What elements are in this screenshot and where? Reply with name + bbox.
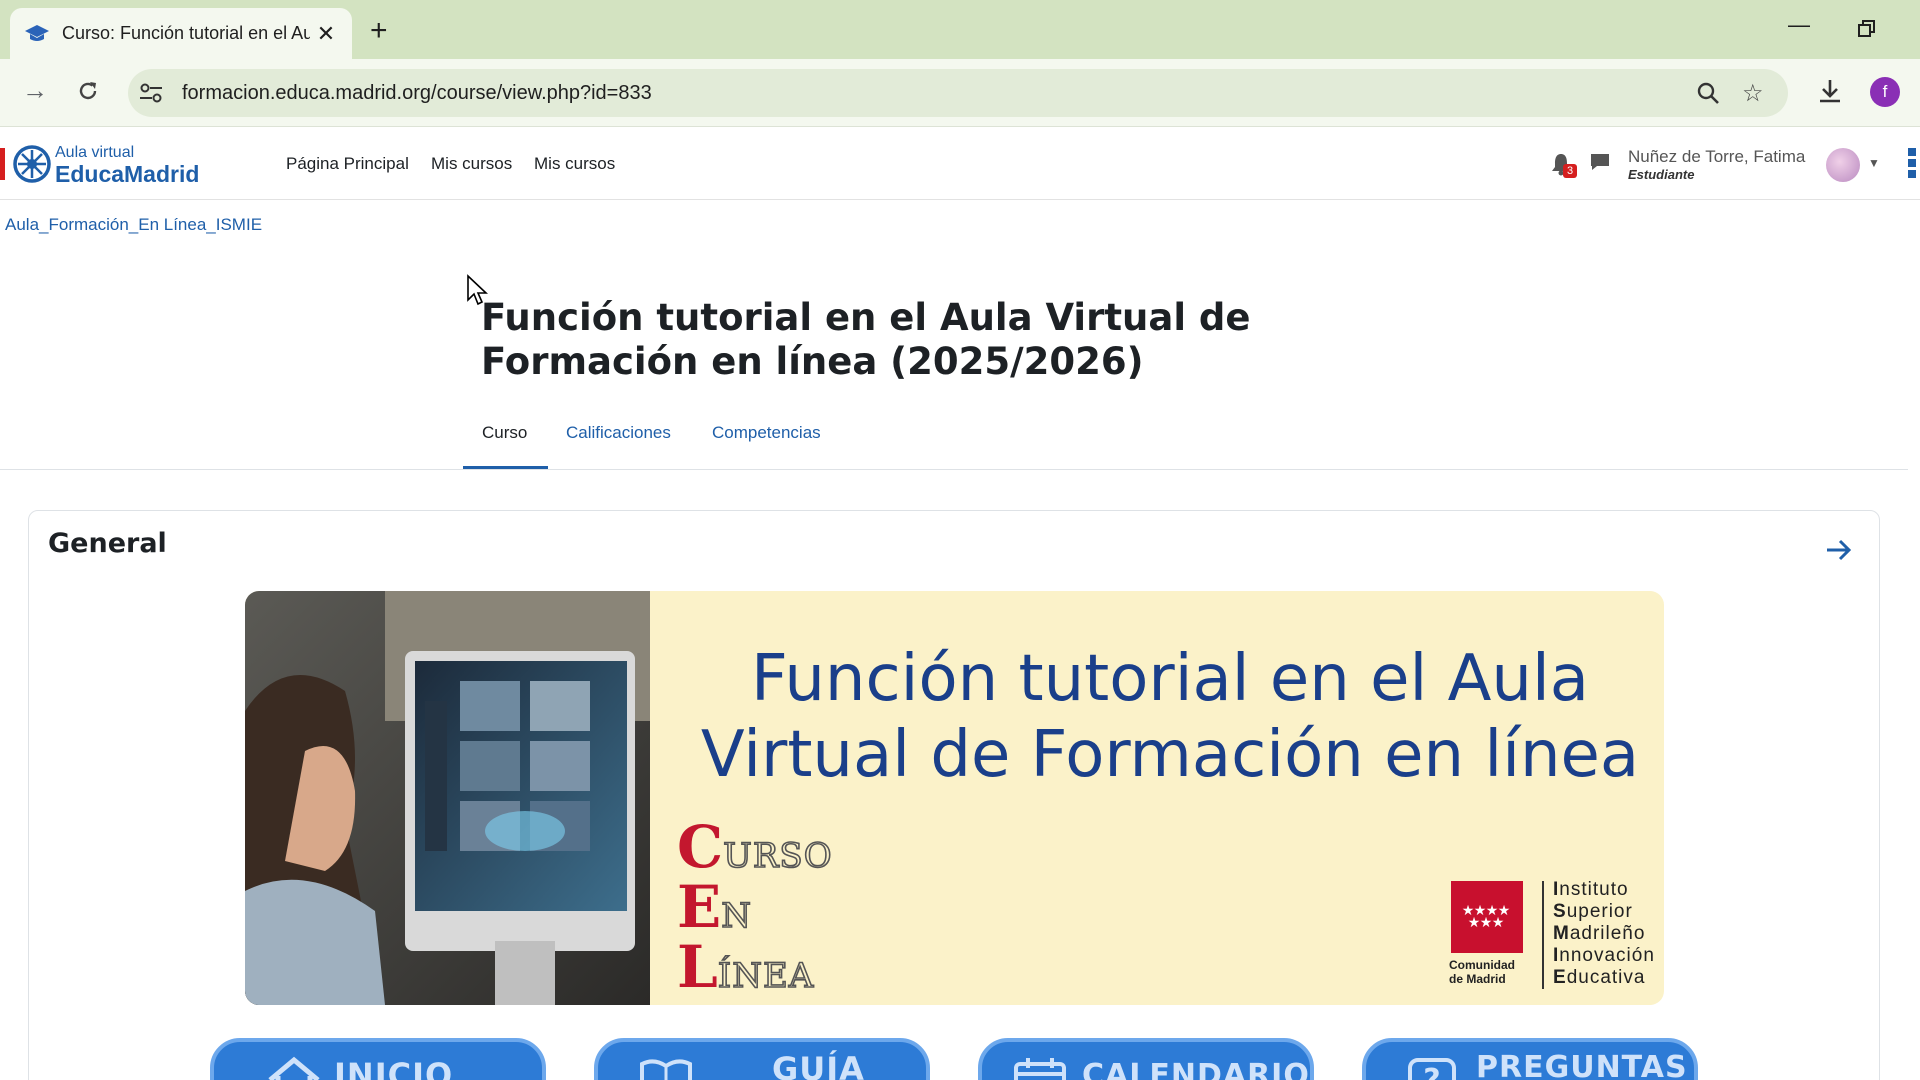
forward-icon[interactable]: → — [22, 75, 48, 106]
graduation-cap-icon — [25, 24, 49, 41]
preguntas-button[interactable]: ? PREGUNTAS — [1362, 1038, 1698, 1080]
question-icon: ? — [1408, 1058, 1456, 1080]
svg-text:?: ? — [1423, 1063, 1440, 1080]
stars-icon: ★ ★ ★ ★ ★ ★ ★ — [1462, 903, 1511, 931]
page-title: Función tutorial en el Aula Virtual de F… — [481, 296, 1251, 383]
course-banner: Función tutorial en el Aula Virtual de F… — [245, 591, 1664, 1005]
minimize-icon[interactable]: — — [1788, 12, 1810, 38]
cel-line-linea: LÍNEA — [677, 933, 815, 1001]
guia-button[interactable]: GUÍA — [594, 1038, 930, 1080]
address-bar[interactable]: formacion.educa.madrid.org/course/view.p… — [128, 69, 1788, 117]
site-settings-icon[interactable] — [138, 81, 164, 105]
breadcrumb[interactable]: Aula_Formación_En Línea_ISMIE — [5, 215, 262, 235]
cel-line-curso: CURSO — [677, 813, 833, 881]
inicio-button[interactable]: INICIO — [210, 1038, 546, 1080]
user-role: Estudiante — [1628, 167, 1695, 182]
browser-tab[interactable]: Curso: Función tutorial en el Au ✕ — [10, 8, 352, 59]
reload-icon[interactable] — [76, 79, 100, 103]
nav-mis-cursos-2[interactable]: Mis cursos — [534, 154, 615, 174]
comunidad-madrid-text: Comunidad de Madrid — [1449, 958, 1515, 986]
banner-title-line-2: Virtual de Formación en línea — [700, 718, 1640, 792]
svg-text:★: ★ — [1480, 915, 1493, 931]
browser-toolbar: → formacion.educa.madrid.org/course/view… — [0, 59, 1920, 127]
messages-icon[interactable] — [1590, 152, 1610, 172]
tab-title: Curso: Función tutorial en el Au — [62, 23, 310, 43]
notification-count-badge: 3 — [1563, 164, 1577, 178]
svg-text:★: ★ — [1492, 915, 1505, 931]
site-header: Aula virtual EducaMadrid Página Principa… — [0, 128, 1920, 200]
calendar-icon — [1014, 1058, 1066, 1080]
tab-close-icon[interactable]: ✕ — [314, 21, 338, 47]
bookmark-star-icon[interactable]: ☆ — [1742, 79, 1764, 108]
tab-calificaciones[interactable]: Calificaciones — [566, 423, 671, 443]
logo-subtitle: Aula virtual — [55, 144, 135, 161]
calendario-button[interactable]: CALENDARIO — [978, 1038, 1314, 1080]
user-avatar[interactable] — [1826, 148, 1860, 182]
zoom-icon[interactable] — [1696, 81, 1720, 105]
section-title: General — [48, 528, 167, 559]
restore-icon[interactable] — [1858, 20, 1876, 38]
profile-avatar[interactable]: f — [1870, 77, 1900, 107]
arrow-right-icon[interactable] — [1824, 536, 1854, 564]
logo-divider — [1542, 881, 1544, 989]
banner-photo — [245, 591, 650, 1005]
user-name[interactable]: Nuñez de Torre, Fatima — [1628, 147, 1805, 167]
download-icon[interactable] — [1816, 77, 1844, 105]
apps-grid-icon[interactable] — [1906, 146, 1920, 180]
cel-line-en: EN — [677, 873, 752, 941]
url-text: formacion.educa.madrid.org/course/view.p… — [182, 82, 652, 104]
svg-text:★: ★ — [1468, 915, 1481, 931]
banner-title-line-1: Función tutorial en el Aula — [751, 642, 1589, 716]
brand-stripe — [0, 148, 5, 180]
browser-tab-strip: Curso: Función tutorial en el Au ✕ + — — [0, 0, 1920, 59]
home-icon — [268, 1056, 320, 1080]
divider — [0, 469, 1908, 470]
tab-curso[interactable]: Curso — [482, 423, 527, 443]
nav-pagina-principal[interactable]: Página Principal — [286, 154, 409, 174]
book-icon — [640, 1059, 692, 1080]
chevron-down-icon[interactable]: ▼ — [1868, 156, 1880, 170]
comunidad-madrid-logo: ★ ★ ★ ★ ★ ★ ★ — [1451, 881, 1523, 953]
banner-title: Función tutorial en el Aula Virtual de F… — [670, 641, 1664, 793]
new-tab-icon[interactable]: + — [370, 14, 388, 48]
ismie-logo-text: Instituto Superior Madrileño Innovación … — [1553, 879, 1655, 988]
tab-competencias[interactable]: Competencias — [712, 423, 821, 443]
educamadrid-logo-icon[interactable] — [12, 144, 52, 184]
logo-title[interactable]: EducaMadrid — [55, 161, 199, 188]
nav-mis-cursos[interactable]: Mis cursos — [431, 154, 512, 174]
